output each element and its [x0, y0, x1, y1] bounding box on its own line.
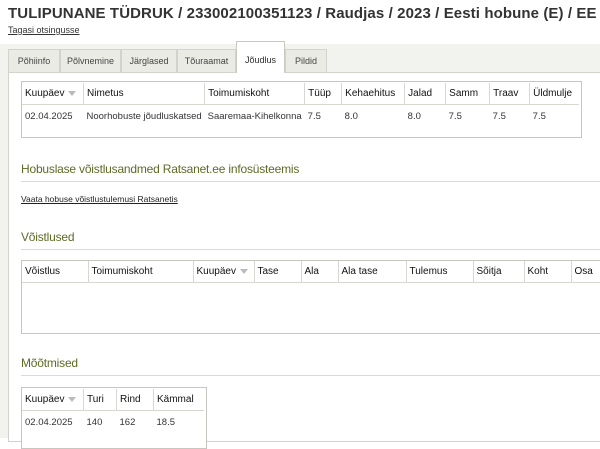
column-header-date[interactable]: Kuupäev — [22, 389, 84, 411]
column-header-date[interactable]: Kuupäev — [22, 83, 84, 105]
column-header-overall: Üldmulje — [529, 83, 579, 105]
measurements-table: Kuupäev Turi Rind Kämmal 02.04.2025 140 … — [22, 389, 204, 433]
tab-joudlus[interactable]: Jõudlus — [236, 41, 285, 73]
cell-location: Saaremaa-Kihelkonna — [207, 110, 302, 122]
column-header-legs: Jalad — [404, 83, 447, 105]
ratsanet-results-link[interactable]: Vaata hobuse võistlustulemusi Ratsanetis — [21, 194, 178, 204]
sort-arrow-icon[interactable] — [68, 396, 77, 402]
column-header-discipline-level: Ala tase — [338, 261, 407, 283]
table-row: 02.04.2025 Noorhobuste jõudluskatsed Saa… — [22, 105, 579, 128]
cell-cannon: 18.5 — [156, 416, 176, 428]
column-header-place: Koht — [524, 261, 572, 283]
ratsanet-section-title: Hobuslase võistlusandmed Ratsanet.ee inf… — [21, 162, 300, 176]
cell-withers: 140 — [86, 416, 103, 428]
cell-name: Noorhobuste jõudluskatsed — [86, 110, 202, 122]
back-to-search-link[interactable]: Tagasi otsingusse — [8, 25, 80, 35]
tab-touraamat[interactable]: Tõuraamat — [177, 49, 236, 72]
column-header-location: Toimumiskoht — [88, 261, 194, 283]
cell-build: 8.0 — [344, 110, 358, 122]
column-header-competition: Võistlus — [22, 261, 89, 283]
column-header-chest: Rind — [116, 389, 154, 411]
column-header-location: Toimumiskoht — [204, 83, 306, 105]
page-title: TULIPUNANE TÜDRUK / 233002100351123 / Ra… — [8, 5, 597, 22]
cell-chest: 162 — [119, 416, 136, 428]
column-header-result: Tulemus — [406, 261, 474, 283]
column-header-type: Tüüp — [304, 83, 343, 105]
cell-overall: 7.5 — [532, 110, 546, 122]
column-header-build: Kehaehitus — [341, 83, 406, 105]
cell-walk: 7.5 — [448, 110, 462, 122]
tab-polvnemine[interactable]: Põlvnemine — [60, 49, 121, 72]
sort-arrow-icon[interactable] — [68, 90, 77, 96]
column-header-share: Osa — [571, 261, 600, 283]
column-header-rider: Sõitja — [473, 261, 525, 283]
cell-date: 02.04.2025 — [25, 416, 73, 428]
column-header-walk: Samm — [445, 83, 491, 105]
tab-pohiinfo[interactable]: Põhiinfo — [8, 49, 60, 72]
column-header-withers: Turi — [83, 389, 117, 411]
tab-jarglased[interactable]: Järglased — [121, 49, 177, 72]
column-header-date[interactable]: Kuupäev — [193, 261, 255, 283]
tab-pildid[interactable]: Pildid — [285, 49, 327, 72]
table-header-row: Kuupäev Turi Rind Kämmal — [22, 389, 204, 411]
cell-type: 7.5 — [307, 110, 321, 122]
measurements-section-title: Mõõtmised — [21, 356, 78, 370]
column-header-trot: Traav — [489, 83, 531, 105]
table-header-row: Kuupäev Nimetus Toimumiskoht Tüüp Kehaeh… — [22, 83, 579, 105]
sort-arrow-icon[interactable] — [239, 268, 248, 274]
table-row: 02.04.2025 140 162 18.5 — [22, 411, 204, 434]
section-divider — [21, 375, 600, 376]
column-header-discipline: Ala — [301, 261, 339, 283]
section-divider — [21, 181, 600, 182]
section-divider — [21, 249, 600, 250]
performance-table: Kuupäev Nimetus Toimumiskoht Tüüp Kehaeh… — [22, 83, 579, 127]
column-header-name: Nimetus — [83, 83, 206, 105]
cell-legs: 8.0 — [407, 110, 421, 122]
column-header-level: Tase — [254, 261, 302, 283]
cell-date: 02.04.2025 — [25, 110, 73, 122]
table-header-row: Võistlus Toimumiskoht Kuupäev Tase Ala A… — [22, 261, 600, 283]
cell-trot: 7.5 — [492, 110, 506, 122]
column-header-cannon: Kämmal — [153, 389, 204, 411]
competitions-table: Võistlus Toimumiskoht Kuupäev Tase Ala A… — [22, 261, 600, 283]
competitions-section-title: Võistlused — [21, 230, 75, 244]
